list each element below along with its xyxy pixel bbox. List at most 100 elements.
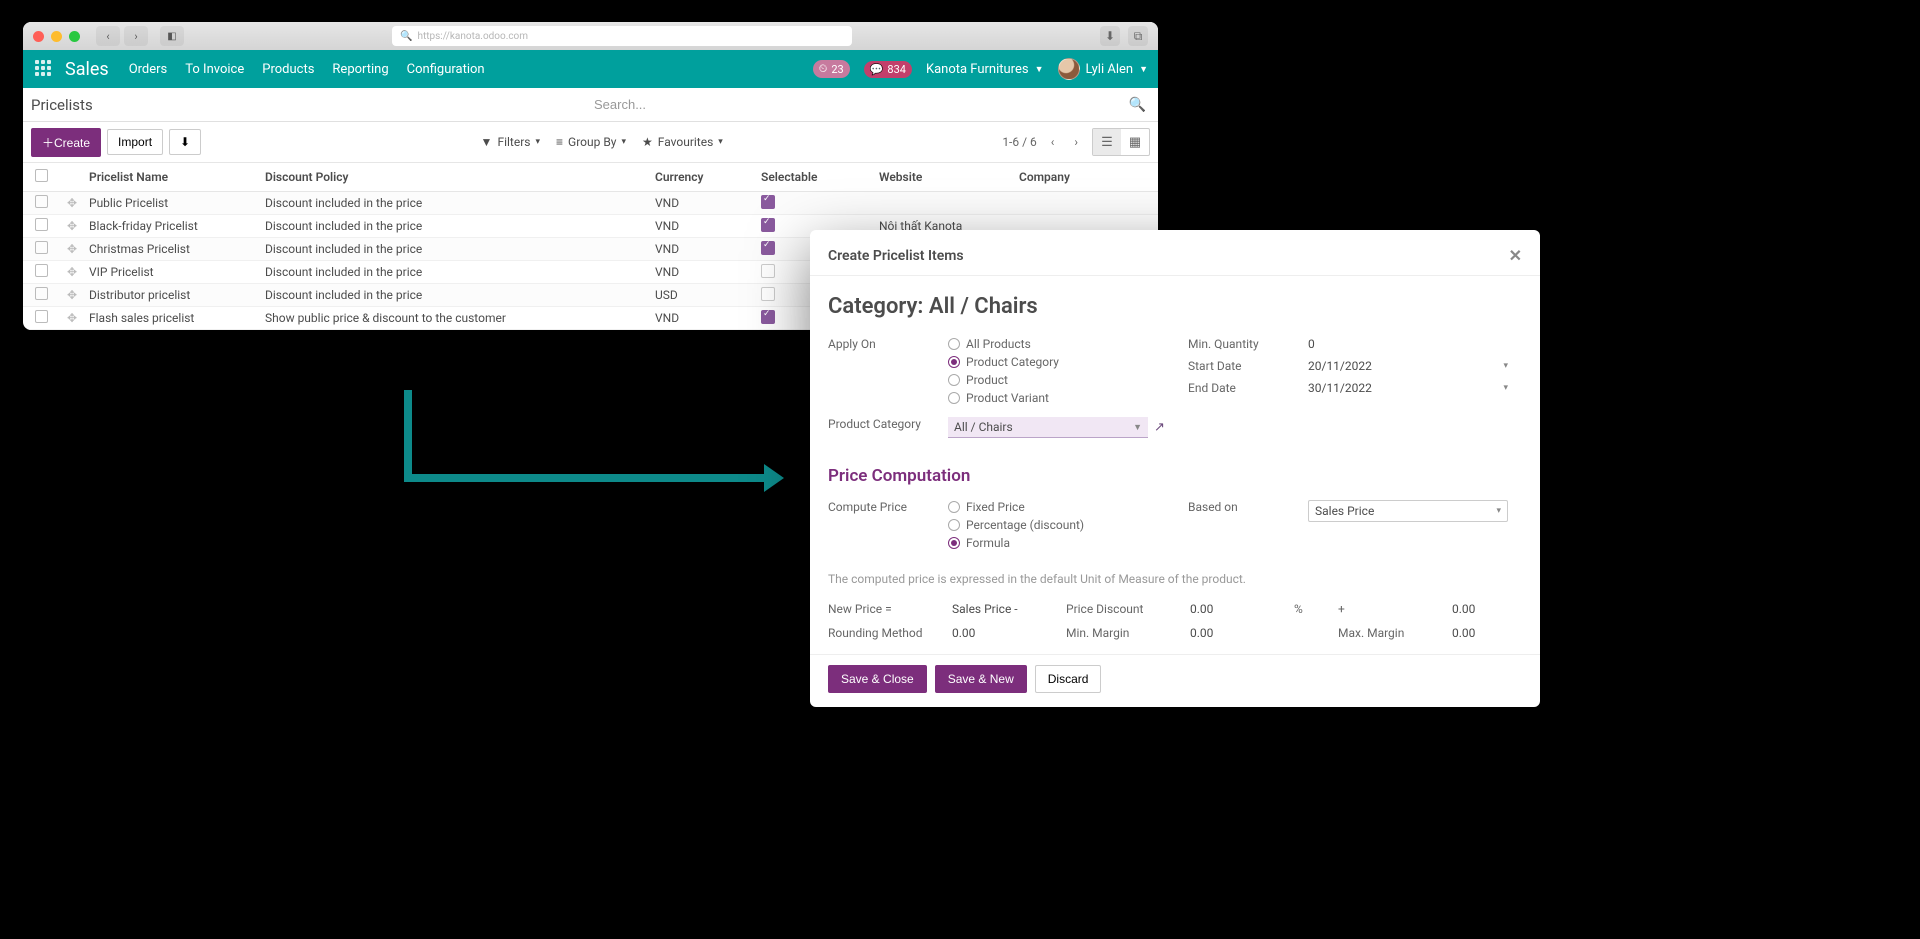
minimize-window-icon[interactable] [51,31,62,42]
drag-handle-icon[interactable]: ✥ [67,242,77,256]
min-margin-label: Min. Margin [1066,626,1186,640]
compute-price-option[interactable]: Formula [948,536,1178,550]
col-currency[interactable]: Currency [655,170,761,184]
save-close-button[interactable]: Save & Close [828,665,927,693]
price-discount-value[interactable]: 0.00 [1190,602,1290,616]
list-view-button[interactable]: ☰ [1093,129,1121,155]
favourites-dropdown[interactable]: ★ Favourites ▾ [642,135,723,149]
apply-on-option[interactable]: All Products [948,337,1178,351]
row-checkbox[interactable] [35,287,48,300]
drag-handle-icon[interactable]: ✥ [67,265,77,279]
search-input[interactable] [590,93,1150,117]
cell-name: VIP Pricelist [85,265,265,279]
cell-policy: Discount included in the price [265,265,655,279]
create-button[interactable]: ＋Create [31,128,101,157]
selectable-checkbox[interactable] [761,195,775,209]
end-date-field[interactable]: 30/11/2022 ▾ [1308,381,1508,395]
drag-handle-icon[interactable]: ✥ [67,288,77,302]
row-checkbox[interactable] [35,195,48,208]
extra-value[interactable]: 0.00 [1452,602,1562,616]
based-on-select[interactable]: Sales Price ▾ [1308,500,1508,522]
drag-handle-icon[interactable]: ✥ [67,311,77,325]
notifications-badge[interactable]: ⏲ 23 [813,60,850,78]
apps-grid-icon[interactable] [33,58,55,80]
row-checkbox[interactable] [35,241,48,254]
start-date-field[interactable]: 20/11/2022 ▾ [1308,359,1508,373]
cell-currency: VND [655,242,761,256]
selectable-checkbox[interactable] [761,218,775,232]
menu-configuration[interactable]: Configuration [407,62,485,77]
table-row[interactable]: ✥Public PricelistDiscount included in th… [23,192,1158,215]
menu-orders[interactable]: Orders [129,62,168,77]
close-icon[interactable]: ✕ [1509,246,1522,265]
modal-header: Create Pricelist Items ✕ [810,230,1540,275]
user-menu[interactable]: Lyli Alen ▼ [1058,58,1149,80]
pager-next[interactable]: › [1068,131,1084,153]
sidebar-toggle-icon[interactable]: ◧ [160,26,184,46]
filters-dropdown[interactable]: ▼ Filters ▾ [481,135,540,149]
discard-button[interactable]: Discard [1035,665,1102,693]
min-margin-value[interactable]: 0.00 [1190,626,1290,640]
col-website[interactable]: Website [879,170,1019,184]
compute-price-option[interactable]: Fixed Price [948,500,1178,514]
modal-body: Category: All / Chairs Apply On All Prod… [810,275,1540,655]
rounding-value[interactable]: 0.00 [952,626,1062,640]
start-date-label: Start Date [1188,359,1308,373]
selectable-checkbox[interactable] [761,310,775,324]
save-new-button[interactable]: Save & New [935,665,1027,693]
close-window-icon[interactable] [33,31,44,42]
col-name[interactable]: Pricelist Name [85,170,265,184]
back-button[interactable]: ‹ [96,26,120,46]
row-checkbox[interactable] [35,264,48,277]
url-bar[interactable]: 🔍 https://kanota.odoo.com [392,26,852,46]
min-qty-value[interactable]: 0 [1308,337,1522,351]
compute-price-radios: Fixed Price Percentage (discount) Formula [948,500,1178,554]
apply-on-option[interactable]: Product [948,373,1178,387]
menu-to-invoice[interactable]: To Invoice [185,62,244,77]
download-icon[interactable]: ⬇ [1100,26,1120,46]
groupby-dropdown[interactable]: ≡ Group By ▾ [556,135,626,149]
row-checkbox[interactable] [35,310,48,323]
apply-on-option[interactable]: Product Variant [948,391,1178,405]
search-wrap: 🔍 [590,93,1150,117]
external-link-icon[interactable]: ↗ [1154,420,1165,435]
tabs-icon[interactable]: ⧉ [1128,26,1148,46]
forward-button[interactable]: › [124,26,148,46]
download-button[interactable]: ⬇ [169,129,201,155]
radio-icon [948,356,960,368]
cell-policy: Discount included in the price [265,196,655,210]
modal-footer: Save & Close Save & New Discard [810,655,1540,699]
help-text: The computed price is expressed in the d… [828,572,1522,586]
row-checkbox[interactable] [35,218,48,231]
apply-on-option[interactable]: Product Category [948,355,1178,369]
menu-reporting[interactable]: Reporting [332,62,388,77]
search-icon[interactable]: 🔍 [1129,97,1146,113]
maximize-window-icon[interactable] [69,31,80,42]
messages-badge[interactable]: 💬 834 [864,61,912,78]
col-policy[interactable]: Discount Policy [265,170,655,184]
max-margin-label: Max. Margin [1338,626,1448,640]
import-button[interactable]: Import [107,129,163,155]
drag-handle-icon[interactable]: ✥ [67,196,77,210]
drag-handle-icon[interactable]: ✥ [67,219,77,233]
url-text: https://kanota.odoo.com [417,31,528,42]
radio-label: Percentage (discount) [966,518,1084,532]
company-switcher[interactable]: Kanota Furnitures ▼ [926,62,1044,77]
col-company[interactable]: Company [1019,170,1158,184]
product-category-select[interactable]: All / Chairs ▼ [948,417,1148,438]
menu-products[interactable]: Products [262,62,314,77]
pager-prev[interactable]: ‹ [1045,131,1061,153]
compute-price-option[interactable]: Percentage (discount) [948,518,1178,532]
kanban-view-button[interactable]: ▦ [1121,129,1149,155]
cell-policy: Discount included in the price [265,219,655,233]
radio-label: Product Category [966,355,1059,369]
select-all-checkbox[interactable] [35,169,48,182]
chevron-down-icon: ▾ [1503,361,1508,371]
selectable-checkbox[interactable] [761,241,775,255]
col-selectable[interactable]: Selectable [761,170,879,184]
selectable-checkbox[interactable] [761,264,775,278]
max-margin-value[interactable]: 0.00 [1452,626,1562,640]
selectable-checkbox[interactable] [761,287,775,301]
radio-label: Formula [966,536,1010,550]
compute-grid: New Price = Sales Price - Price Discount… [828,602,1522,640]
